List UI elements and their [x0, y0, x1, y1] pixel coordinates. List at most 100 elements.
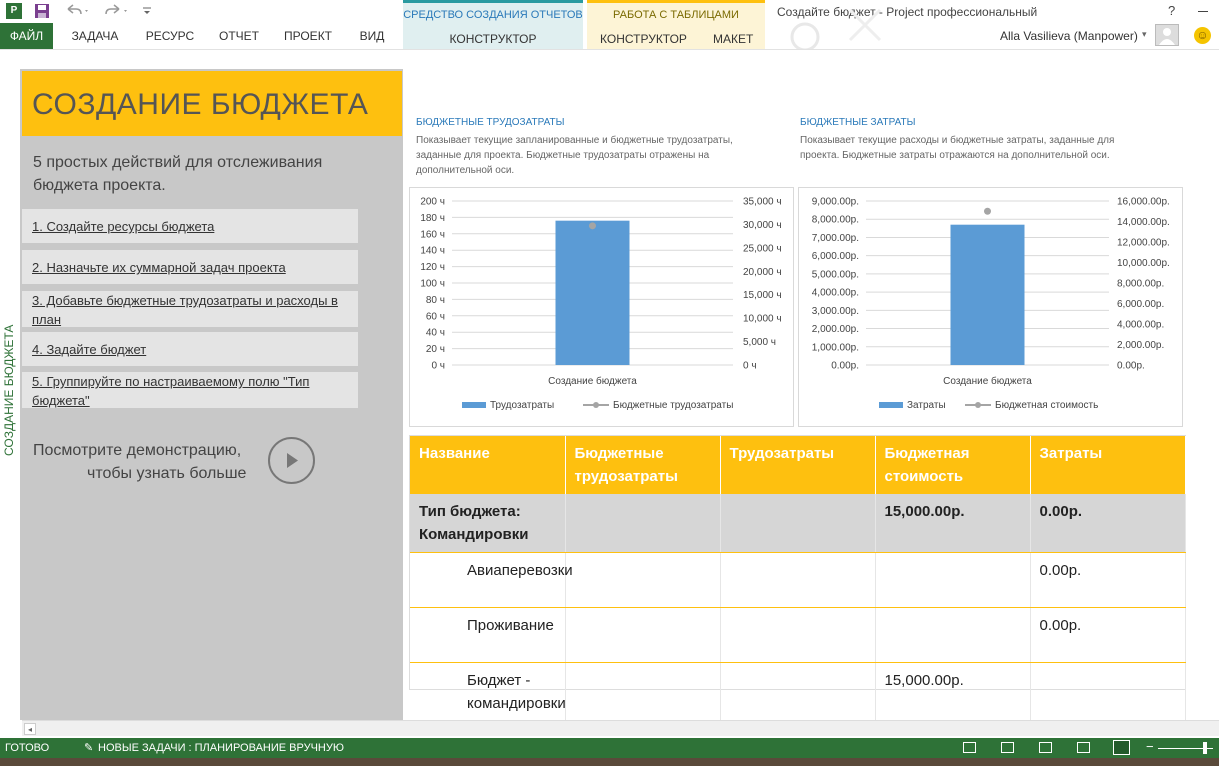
legend-label: Бюджетные трудозатраты	[613, 400, 733, 411]
table-row[interactable]: Бюджет - командировки 15,000.00р.	[410, 662, 1186, 722]
gantt-view-icon[interactable]	[963, 742, 976, 753]
y-tick-label: 120 ч	[420, 262, 445, 273]
cost-chart-description-line2: проекта. Бюджетные затраты отражаются на…	[800, 150, 1110, 161]
y-tick-label: 5,000.00р.	[812, 269, 859, 280]
header-cost: Затраты	[1030, 436, 1186, 494]
table-cell	[565, 494, 721, 553]
feedback-smiley-icon[interactable]: ☺	[1194, 27, 1211, 44]
table-cell	[875, 607, 1031, 663]
avatar[interactable]	[1155, 24, 1179, 46]
y2-tick-label: 16,000.00р.	[1117, 197, 1170, 208]
step-1-link[interactable]: 1. Создайте ресурсы бюджета	[22, 209, 358, 243]
y-tick-label: 9,000.00р.	[812, 197, 859, 208]
report-view-icon[interactable]	[1113, 740, 1130, 755]
zoom-out-icon[interactable]: −	[1146, 739, 1154, 754]
legend-swatch-point	[975, 402, 981, 408]
customize-toolbar-icon[interactable]	[142, 5, 152, 17]
table-cell	[1030, 662, 1186, 722]
legend-label: Трудозатраты	[490, 400, 554, 411]
horizontal-scrollbar[interactable]: ◂	[22, 720, 1219, 736]
watermark-arrows-icon	[790, 8, 882, 50]
bar	[555, 220, 630, 365]
play-demo-button[interactable]	[268, 437, 315, 484]
redo-icon[interactable]	[103, 3, 129, 19]
task-usage-icon[interactable]	[1001, 742, 1014, 753]
y2-tick-label: 6,000.00р.	[1117, 299, 1164, 310]
zoom-slider-thumb[interactable]	[1203, 742, 1207, 754]
table-cell: 15,000.00р.	[875, 494, 1031, 553]
y2-tick-label: 20,000 ч	[743, 267, 782, 278]
header-budget-cost: Бюджетная стоимость	[875, 436, 1031, 494]
cost-chart[interactable]: 0.00р. 1,000.00р. 2,000.00р. 3,000.00р. 4,00…	[798, 187, 1183, 427]
budget-marker-point	[589, 222, 596, 230]
y2-tick-label: 5,000 ч	[743, 337, 776, 348]
y-tick-label: 160 ч	[420, 229, 445, 240]
ribbon-divider	[0, 49, 1219, 50]
y2-tick-label: 0 ч	[743, 361, 757, 372]
user-name[interactable]: Alla Vasilieva (Manpower)	[1000, 29, 1138, 43]
new-tasks-mode[interactable]: НОВЫЕ ЗАДАЧИ : ПЛАНИРОВАНИЕ ВРУЧНУЮ	[98, 742, 344, 754]
bar	[950, 224, 1025, 365]
x-category-label: Создание бюджета	[548, 375, 637, 387]
y-tick-label: 6,000.00р.	[812, 251, 859, 262]
y-tick-label: 8,000.00р.	[812, 215, 859, 226]
y-tick-label: 7,000.00р.	[812, 233, 859, 244]
y-tick-label: 140 ч	[420, 246, 445, 257]
y-tick-label: 1,000.00р.	[812, 342, 859, 353]
table-cell: Авиаперевозки	[410, 552, 573, 608]
table-cell	[565, 607, 721, 663]
legend-swatch-bar	[879, 402, 903, 408]
y-tick-label: 2,000.00р.	[812, 324, 859, 335]
minimize-button[interactable]	[1198, 11, 1208, 12]
step-5-link[interactable]: 5. Группируйте по настраиваемому полю "Т…	[22, 372, 358, 408]
tab-task[interactable]: ЗАДАЧА	[60, 23, 130, 49]
legend-swatch-point	[593, 402, 599, 408]
y2-tick-label: 25,000 ч	[743, 243, 782, 254]
y2-tick-label: 2,000.00р.	[1117, 340, 1164, 351]
tab-project[interactable]: ПРОЕКТ	[274, 23, 342, 49]
work-chart-description-line2: заданные для проекта. Бюджетные трудозат…	[416, 150, 710, 161]
table-cell	[565, 662, 721, 722]
step-3-link[interactable]: 3. Добавьте бюджетные трудозатраты и рас…	[22, 291, 358, 327]
table-header-row: Название Бюджетные трудозатраты Трудозат…	[410, 436, 1186, 494]
user-silhouette-icon	[1159, 28, 1175, 45]
cost-chart-svg: 0.00р. 1,000.00р. 2,000.00р. 3,000.00р. 4,00…	[812, 197, 1170, 412]
play-icon	[287, 453, 298, 468]
context-report-title: СРЕДСТВО СОЗДАНИЯ ОТЧЕТОВ	[403, 9, 583, 21]
status-bar: ГОТОВО ✎ НОВЫЕ ЗАДАЧИ : ПЛАНИРОВАНИЕ ВРУ…	[0, 738, 1219, 758]
table-cell: Проживание	[410, 607, 566, 663]
budget-table[interactable]: Название Бюджетные трудозатраты Трудозат…	[410, 436, 1186, 722]
table-row[interactable]: Проживание 0.00р.	[410, 607, 1186, 663]
step-2-link[interactable]: 2. Назначьте их суммарной задач проекта	[22, 250, 358, 284]
team-planner-icon[interactable]	[1039, 742, 1052, 753]
work-chart-description-line1: Показывает текущие запланированные и бюд…	[416, 135, 733, 146]
help-button[interactable]: ?	[1168, 3, 1175, 18]
tab-file[interactable]: ФАЙЛ	[0, 23, 53, 49]
tab-view[interactable]: ВИД	[348, 23, 396, 49]
y-tick-label: 40 ч	[426, 328, 445, 339]
step-4-link[interactable]: 4. Задайте бюджет	[22, 332, 358, 366]
legend-label: Затраты	[907, 400, 946, 411]
tab-resource[interactable]: РЕСУРС	[136, 23, 204, 49]
scroll-left-button[interactable]: ◂	[24, 723, 36, 735]
table-cell	[720, 662, 876, 722]
resource-sheet-icon[interactable]	[1077, 742, 1090, 753]
pin-icon: ✎	[84, 742, 94, 754]
table-cell: Бюджет - командировки	[410, 662, 566, 722]
undo-icon[interactable]	[64, 3, 90, 19]
cost-chart-heading: БЮДЖЕТНЫЕ ЗАТРАТЫ	[800, 117, 916, 128]
user-menu-chevron-icon[interactable]: ▾	[1142, 29, 1147, 40]
work-chart[interactable]: 0 ч 20 ч 40 ч 60 ч 80 ч 100 ч 120 ч 140 ч 160 ч 1…	[409, 187, 794, 427]
tab-report[interactable]: ОТЧЕТ	[210, 23, 268, 49]
sidebar-view-label: СОЗДАНИЕ БЮДЖЕТА	[2, 324, 16, 456]
y2-tick-label: 35,000 ч	[743, 197, 782, 208]
table-row[interactable]: Авиаперевозки 0.00р.	[410, 552, 1186, 608]
table-cell: 0.00р.	[1030, 552, 1186, 608]
y-tick-label: 180 ч	[420, 213, 445, 224]
table-row[interactable]: Тип бюджета: Командировки 15,000.00р. 0.…	[410, 494, 1186, 553]
intro-text: 5 простых действий для отслеживания бюдж…	[33, 154, 323, 194]
save-icon[interactable]	[34, 3, 50, 19]
y-tick-label: 80 ч	[426, 295, 445, 306]
table-cell: 0.00р.	[1030, 494, 1186, 553]
status-ready: ГОТОВО	[5, 742, 50, 754]
